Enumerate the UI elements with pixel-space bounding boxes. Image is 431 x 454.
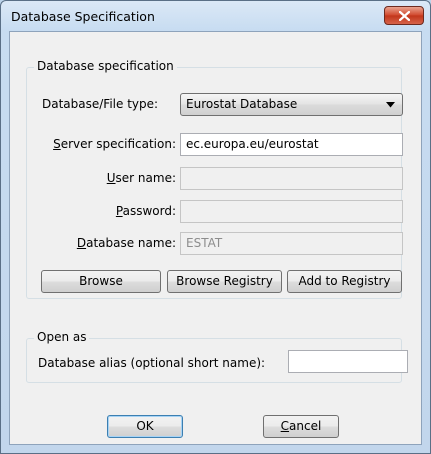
- chevron-down-icon: [386, 102, 395, 108]
- alias-field[interactable]: [288, 350, 408, 373]
- browse-button[interactable]: Browse: [41, 270, 161, 293]
- window-title: Database Specification: [11, 9, 155, 24]
- group-title: Open as: [34, 330, 90, 344]
- browse-registry-button[interactable]: Browse Registry: [167, 270, 282, 293]
- username-label: User name:: [106, 171, 176, 185]
- close-icon: [399, 11, 410, 21]
- dialog-window: Database Specification Database specific…: [0, 0, 431, 454]
- username-field[interactable]: [180, 167, 403, 190]
- group-title: Database specification: [34, 59, 177, 73]
- dbname-label: Database name:: [76, 236, 176, 250]
- add-to-registry-button[interactable]: Add to Registry: [287, 270, 402, 293]
- dialog-body: Database specification Database/File typ…: [9, 31, 422, 445]
- db-type-select[interactable]: Eurostat Database: [180, 93, 403, 116]
- server-label: Server specification:: [53, 137, 176, 151]
- db-type-label: Database/File type:: [42, 97, 159, 111]
- server-field[interactable]: ec.europa.eu/eurostat: [180, 133, 403, 156]
- alias-label: Database alias (optional short name):: [38, 356, 266, 370]
- password-field[interactable]: [180, 200, 403, 223]
- close-button[interactable]: [384, 6, 424, 25]
- title-bar[interactable]: Database Specification: [1, 1, 430, 31]
- ok-button[interactable]: OK: [107, 415, 183, 438]
- db-type-value: Eurostat Database: [186, 97, 298, 111]
- password-label: Password:: [115, 204, 176, 218]
- dbname-field[interactable]: ESTAT: [180, 232, 403, 255]
- cancel-button[interactable]: Cancel: [263, 415, 339, 438]
